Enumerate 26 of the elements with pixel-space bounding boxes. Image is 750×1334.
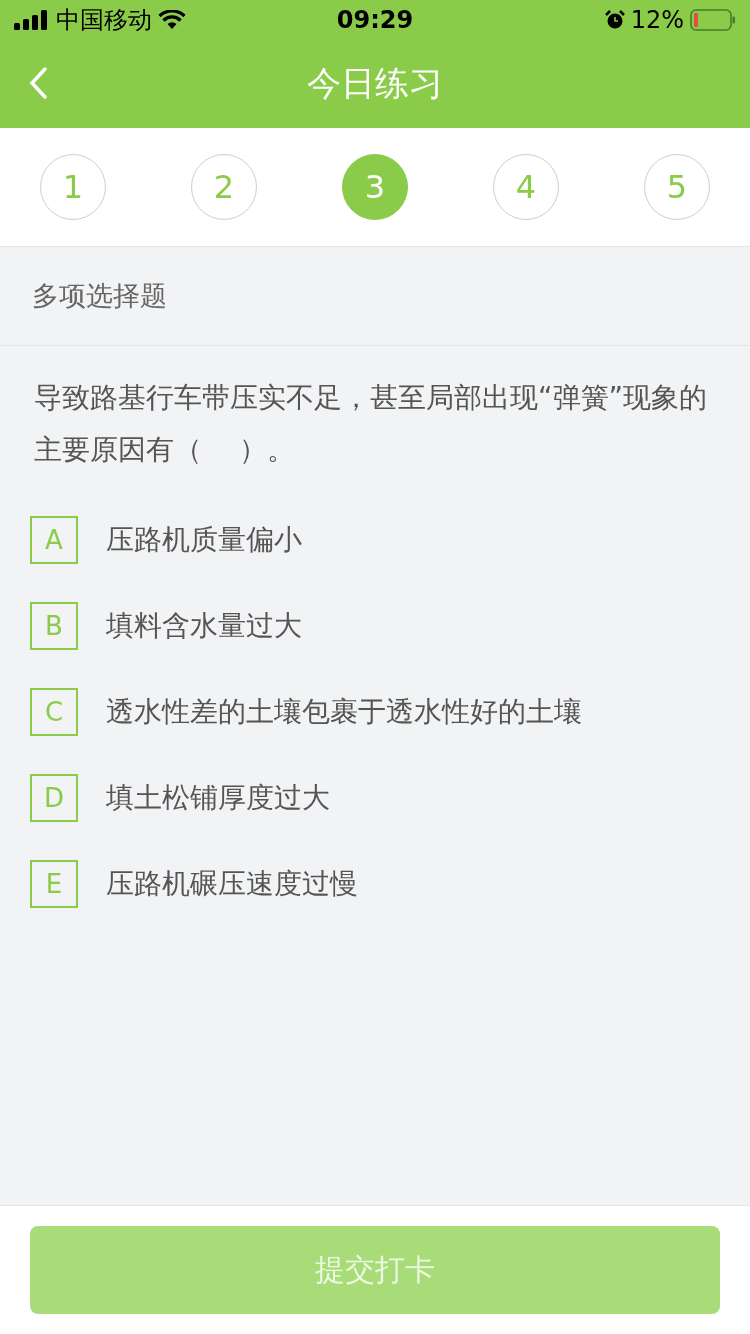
question-number-tab[interactable]: 2	[191, 154, 257, 220]
option-text[interactable]: 透水性差的土壤包裹于透水性好的土壤	[106, 693, 582, 731]
option-letter-checkbox[interactable]: E	[30, 860, 78, 908]
question-number-tab[interactable]: 5	[644, 154, 710, 220]
option-letter-checkbox[interactable]: B	[30, 602, 78, 650]
option-text[interactable]: 填料含水量过大	[106, 607, 302, 645]
question-number-tab[interactable]: 4	[493, 154, 559, 220]
back-button[interactable]	[28, 66, 48, 100]
option-text[interactable]: 填土松铺厚度过大	[106, 779, 330, 817]
option-letter-checkbox[interactable]: A	[30, 516, 78, 564]
battery-icon	[690, 9, 736, 31]
carrier-name: 中国移动	[56, 5, 152, 36]
option-letter-checkbox[interactable]: C	[30, 688, 78, 736]
question-text: 导致路基行车带压实不足，甚至局部出现“弹簧”现象的主要原因有（ ）。	[34, 380, 708, 468]
question-number-tab[interactable]: 3	[342, 154, 408, 220]
page-title: 今日练习	[307, 62, 443, 105]
signal-icon	[14, 10, 50, 30]
option-text[interactable]: 压路机质量偏小	[106, 521, 302, 559]
wifi-icon	[158, 10, 186, 30]
question-number-tab[interactable]: 1	[40, 154, 106, 220]
alarm-clock-icon	[604, 10, 625, 30]
option-text[interactable]: 压路机碾压速度过慢	[106, 865, 358, 903]
question-type-label: 多项选择题	[32, 279, 167, 313]
status-time: 09:29	[335, 6, 415, 34]
battery-percentage: 12%	[630, 6, 684, 34]
option-letter-checkbox[interactable]: D	[30, 774, 78, 822]
